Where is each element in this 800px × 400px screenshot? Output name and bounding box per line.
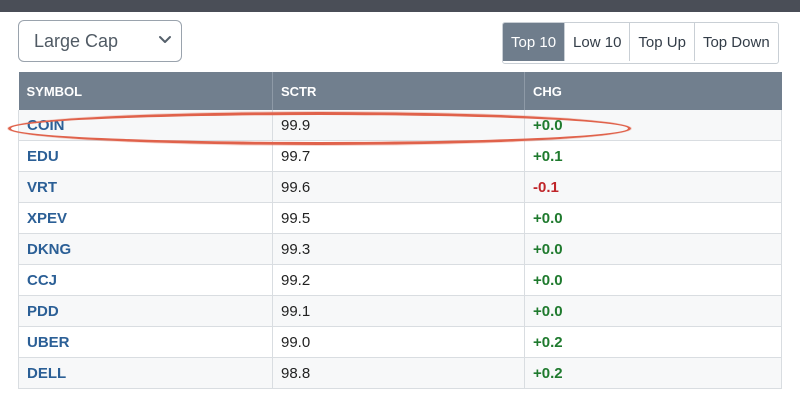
sctr-table: SYMBOL SCTR CHG COIN 99.9 +0.0 EDU 99.7 +0.1 V… <box>18 72 782 389</box>
chg-cell: +0.0 <box>524 233 782 265</box>
table-row[interactable]: EDU 99.7 +0.1 <box>18 140 782 172</box>
chg-cell: +0.0 <box>524 295 782 327</box>
table-row[interactable]: XPEV 99.5 +0.0 <box>18 202 782 234</box>
chg-cell: -0.1 <box>524 171 782 203</box>
chg-cell: +0.0 <box>524 202 782 234</box>
symbol-cell[interactable]: DKNG <box>18 233 273 265</box>
table-row[interactable]: DKNG 99.3 +0.0 <box>18 233 782 265</box>
chevron-down-icon <box>157 32 173 48</box>
top-down-button[interactable]: Top Down <box>694 23 778 61</box>
sctr-cell: 99.2 <box>272 264 525 296</box>
symbol-cell[interactable]: CCJ <box>18 264 273 296</box>
header-chg[interactable]: CHG <box>524 72 782 110</box>
sctr-cell: 99.0 <box>272 326 525 358</box>
symbol-cell[interactable]: VRT <box>18 171 273 203</box>
sctr-cell: 99.1 <box>272 295 525 327</box>
symbol-cell[interactable]: DELL <box>18 357 273 389</box>
symbol-cell[interactable]: PDD <box>18 295 273 327</box>
symbol-cell[interactable]: UBER <box>18 326 273 358</box>
cap-select-value: Large Cap <box>34 30 119 51</box>
header-symbol[interactable]: SYMBOL <box>18 72 273 110</box>
sctr-cell: 99.9 <box>272 110 525 141</box>
chg-cell: +0.0 <box>524 110 782 141</box>
table-row[interactable]: PDD 99.1 +0.0 <box>18 295 782 327</box>
ranking-button-group: Top 10 Low 10 Top Up Top Down <box>502 22 779 64</box>
sctr-cell: 98.8 <box>272 357 525 389</box>
table-row[interactable]: COIN 99.9 +0.0 <box>18 110 782 141</box>
table-row[interactable]: VRT 99.6 -0.1 <box>18 171 782 203</box>
cap-select[interactable]: Large Cap <box>18 20 182 62</box>
low-10-button[interactable]: Low 10 <box>565 23 631 61</box>
sctr-cell: 99.7 <box>272 140 525 172</box>
symbol-cell[interactable]: COIN <box>18 110 273 141</box>
table-row[interactable]: CCJ 99.2 +0.0 <box>18 264 782 296</box>
top-10-button[interactable]: Top 10 <box>503 23 566 61</box>
table-row[interactable]: DELL 98.8 +0.2 <box>18 357 782 389</box>
sctr-cell: 99.5 <box>272 202 525 234</box>
chg-cell: +0.2 <box>524 326 782 358</box>
symbol-cell[interactable]: XPEV <box>18 202 273 234</box>
table-row[interactable]: UBER 99.0 +0.2 <box>18 326 782 358</box>
chg-cell: +0.0 <box>524 264 782 296</box>
sctr-cell: 99.3 <box>272 233 525 265</box>
table-header-row: SYMBOL SCTR CHG <box>18 72 782 110</box>
sctr-cell: 99.6 <box>272 171 525 203</box>
chg-cell: +0.1 <box>524 140 782 172</box>
top-bar <box>0 0 800 12</box>
header-sctr[interactable]: SCTR <box>272 72 525 110</box>
top-up-button[interactable]: Top Up <box>630 23 695 61</box>
chg-cell: +0.2 <box>524 357 782 389</box>
symbol-cell[interactable]: EDU <box>18 140 273 172</box>
